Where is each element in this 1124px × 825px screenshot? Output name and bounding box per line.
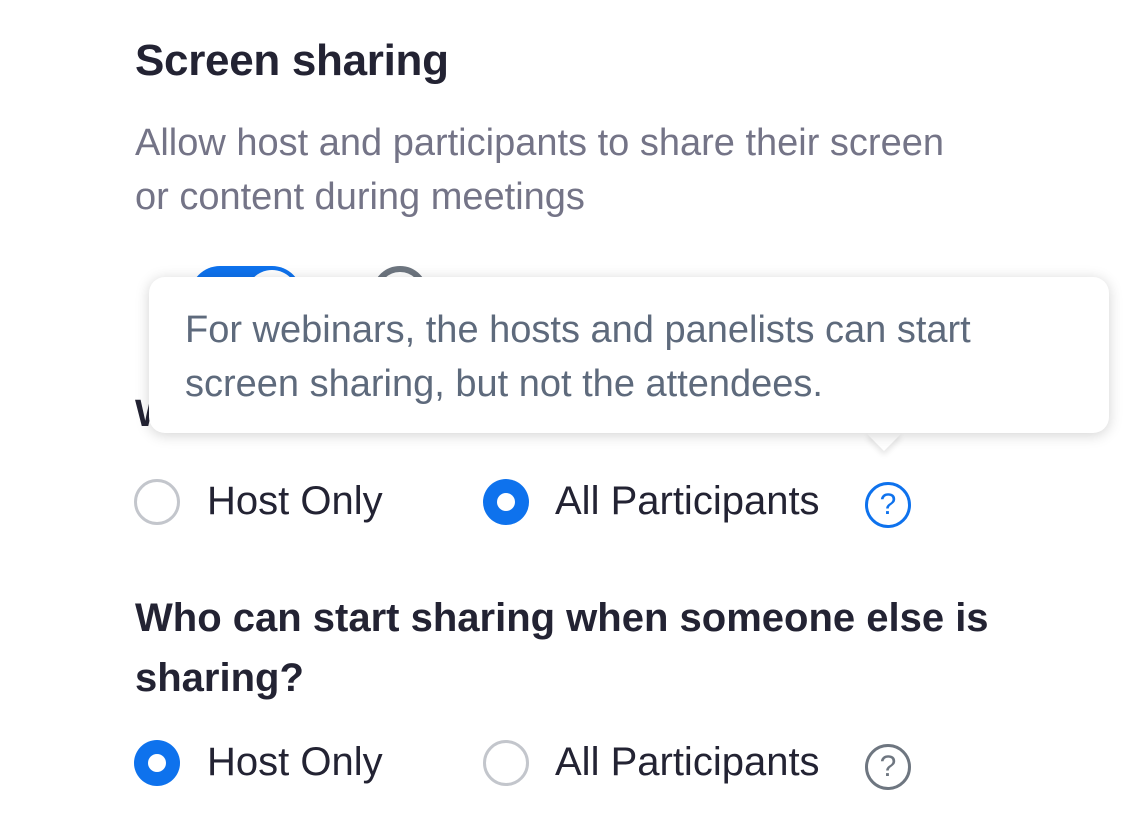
tooltip-text: For webinars, the hosts and panelists ca… [185,309,971,405]
radio-all-participants-start[interactable] [483,740,529,786]
radio-host-only-share[interactable] [134,479,180,525]
section-title: Screen sharing [135,36,449,85]
radio-label-all-participants: All Participants [555,479,820,523]
radio-label-host-only: Host Only [207,479,383,523]
who-can-start-sharing-question: Who can start sharing when someone else … [135,596,989,700]
help-question-icon[interactable]: ? [865,482,911,528]
help-question-icon[interactable]: ? [865,744,911,790]
help-glyph: ? [879,488,897,521]
tooltip: For webinars, the hosts and panelists ca… [149,277,1109,433]
radio-all-participants-share[interactable] [483,479,529,525]
help-glyph: ? [879,750,897,783]
section-description: Allow host and participants to share the… [135,122,944,218]
radio-host-only-start[interactable] [134,740,180,786]
radio-label-all-participants: All Participants [555,740,820,784]
radio-label-host-only: Host Only [207,740,383,784]
